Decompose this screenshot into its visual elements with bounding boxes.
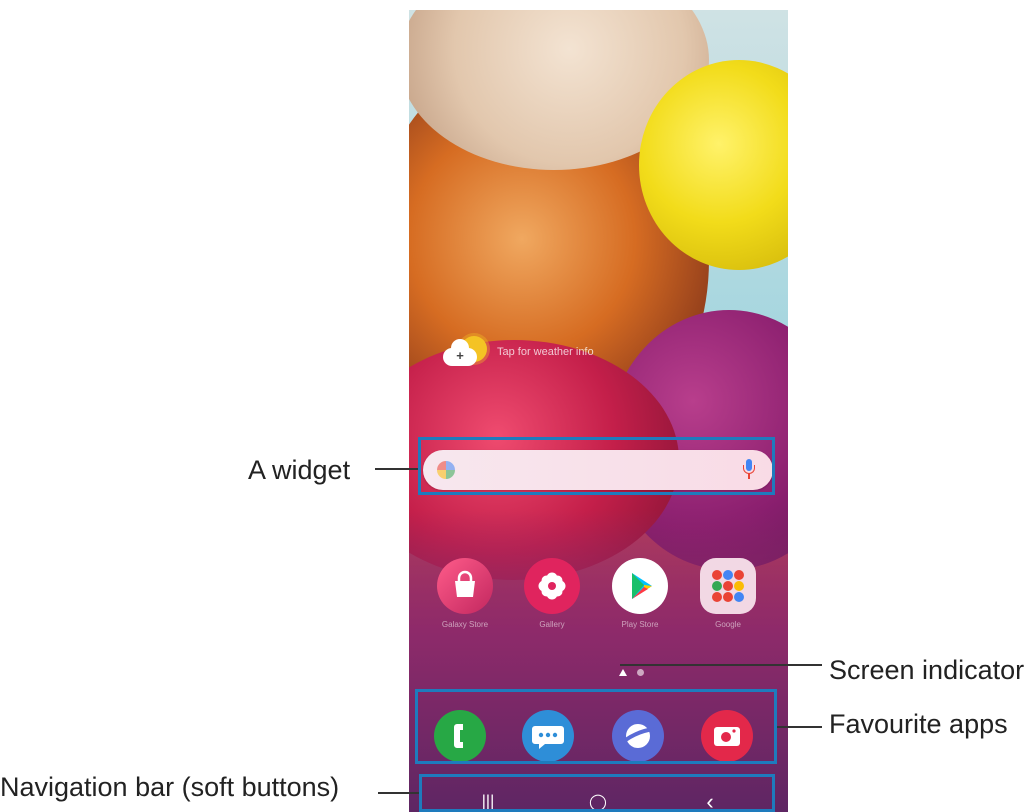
favourite-apps-leader-line [777, 726, 822, 728]
favourite-apps-highlight-box [415, 689, 777, 764]
screen-indicator[interactable] [619, 667, 644, 677]
page-dot-icon [637, 668, 644, 676]
app-label: Play Store [621, 620, 659, 629]
weather-text: Tap for weather info [497, 346, 594, 358]
screen-indicator-callout-label: Screen indicator [829, 655, 1025, 685]
app-gallery[interactable]: Gallery [522, 558, 582, 648]
app-label: Galaxy Store [441, 620, 489, 629]
app-galaxy-store[interactable]: Galaxy Store [435, 558, 495, 648]
widget-leader-line [375, 468, 418, 470]
weather-widget[interactable]: + Tap for weather info [439, 332, 659, 372]
play-store-triangle-icon [612, 558, 668, 614]
flower-icon [524, 558, 580, 614]
app-google-folder[interactable]: Google [698, 558, 758, 648]
wallpaper-lower-shade [409, 510, 788, 812]
weather-sun-cloud-plus-icon: + [439, 332, 493, 372]
app-label: Google [715, 620, 741, 629]
navigation-bar-callout-label: Navigation bar (soft buttons) [0, 772, 340, 802]
app-label: Gallery [539, 620, 565, 629]
app-play-store[interactable]: Play Store [610, 558, 670, 648]
screen-indicator-leader-line [620, 664, 822, 666]
shopping-bag-icon [437, 558, 493, 614]
navigation-bar-leader-line [378, 792, 419, 794]
widget-callout-label: A widget [248, 455, 351, 485]
widget-highlight-box [418, 437, 775, 495]
navigation-bar-highlight-box [419, 774, 775, 812]
home-page-indicator-icon [619, 668, 627, 676]
google-folder-icon [700, 558, 756, 614]
favourite-apps-callout-label: Favourite apps [829, 709, 1008, 739]
